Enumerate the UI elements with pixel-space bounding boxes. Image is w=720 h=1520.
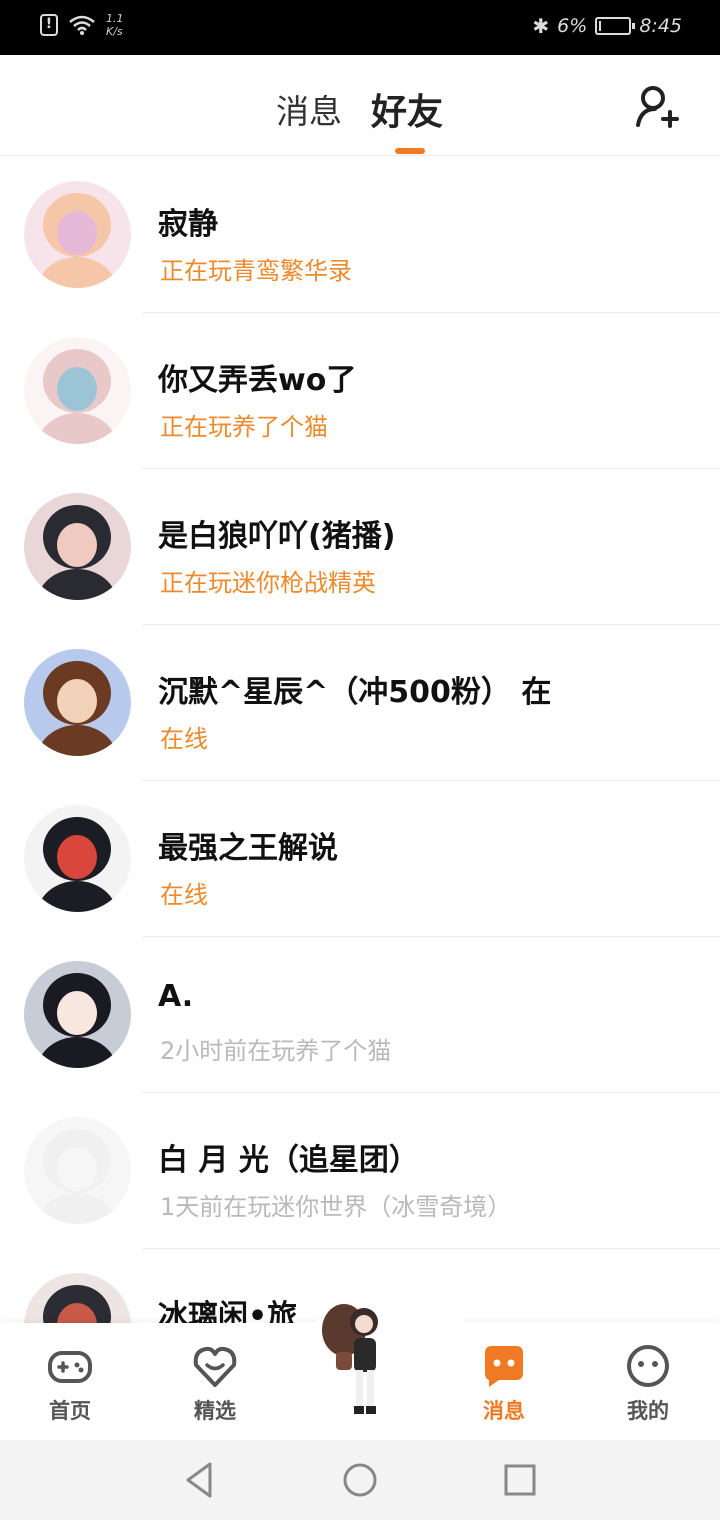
gamepad-icon	[48, 1351, 92, 1383]
friend-name: 是白狼吖吖(猪播)	[158, 519, 396, 554]
friend-status: 在线	[160, 881, 208, 909]
nav-label: 消息	[483, 1399, 525, 1423]
avatar[interactable]	[24, 649, 131, 756]
bluetooth-icon: ✱	[532, 14, 550, 38]
friend-status: 1天前在玩迷你世界（冰雪奇境）	[160, 1193, 512, 1221]
friend-name: 你又弄丢wo了	[158, 363, 357, 398]
friend-status: 在线	[160, 725, 208, 753]
friend-name: 沉默^星辰^（冲500粉） 在	[158, 675, 552, 710]
nav-item[interactable]: 精选	[165, 1323, 265, 1440]
friend-row[interactable]: A. 2小时前在玩养了个猫	[0, 937, 720, 1093]
avatar[interactable]	[24, 805, 131, 912]
wifi-icon	[69, 15, 95, 35]
friend-status: 2小时前在玩养了个猫	[160, 1037, 392, 1065]
alert-icon: !	[40, 14, 58, 36]
friend-row[interactable]: 你又弄丢wo了正在玩养了个猫	[0, 313, 720, 469]
system-nav-bar	[0, 1440, 720, 1520]
friend-list: 寂静正在玩青鸾繁华录你又弄丢wo了正在玩养了个猫是白狼吖吖(猪播) 正在玩迷你枪战…	[0, 157, 720, 1405]
friend-row[interactable]: 最强之王解说 在线	[0, 781, 720, 937]
friend-name: A.	[158, 979, 194, 1014]
clock: 8:45	[639, 15, 682, 37]
avatar[interactable]	[24, 337, 131, 444]
tab-messages[interactable]: 消息	[276, 85, 342, 133]
friend-status: 正在玩青鸾繁华录	[160, 257, 352, 285]
header: 消息 好友	[0, 55, 720, 156]
friend-name: 寂静	[158, 207, 218, 242]
message-bubble-icon	[485, 1346, 523, 1387]
status-bar: ! 1.1 K/s ✱ 6% 8:45	[0, 0, 720, 55]
mascot-character[interactable]	[318, 1300, 396, 1425]
battery-icon	[595, 17, 636, 35]
friend-name: 最强之王解说	[158, 831, 338, 866]
home-circle-icon[interactable]	[340, 1460, 380, 1500]
friend-row[interactable]: 白 月 光（追星团） 1天前在玩迷你世界（冰雪奇境）	[0, 1093, 720, 1249]
app-screen: ! 1.1 K/s ✱ 6% 8:45 消息 好友 寂静 正在玩青鸾繁华录 你又…	[0, 0, 720, 1520]
nav-label: 精选	[194, 1399, 236, 1423]
smiley-face-icon	[627, 1345, 669, 1387]
friend-row[interactable]: 是白狼吖吖(猪播) 正在玩迷你枪战精英	[0, 469, 720, 625]
nav-item[interactable]: 我的	[598, 1323, 698, 1440]
nav-label: 首页	[49, 1399, 91, 1423]
nav-label: 我的	[627, 1399, 669, 1423]
avatar[interactable]	[24, 961, 131, 1068]
add-friend-icon[interactable]	[633, 83, 681, 131]
heart-chat-icon	[193, 1346, 237, 1387]
active-tab-indicator	[395, 148, 425, 154]
avatar[interactable]	[24, 1117, 131, 1224]
network-speed: 1.1 K/s	[106, 12, 124, 38]
friend-status: 正在玩迷你枪战精英	[160, 569, 376, 597]
back-icon[interactable]	[180, 1460, 220, 1500]
friend-status: 正在玩养了个猫	[160, 413, 328, 441]
friend-name: 白 月 光（追星团）	[158, 1143, 419, 1178]
avatar[interactable]	[24, 493, 131, 600]
friend-row[interactable]: 沉默^星辰^（冲500粉） 在在线	[0, 625, 720, 781]
tab-friends[interactable]: 好友	[371, 83, 443, 135]
battery-level	[599, 21, 602, 31]
battery-percent: 6%	[557, 15, 588, 37]
avatar[interactable]	[24, 181, 131, 288]
nav-item[interactable]: 首页	[20, 1323, 120, 1440]
recents-square-icon[interactable]	[500, 1460, 540, 1500]
friend-row[interactable]: 寂静正在玩青鸾繁华录	[0, 157, 720, 313]
